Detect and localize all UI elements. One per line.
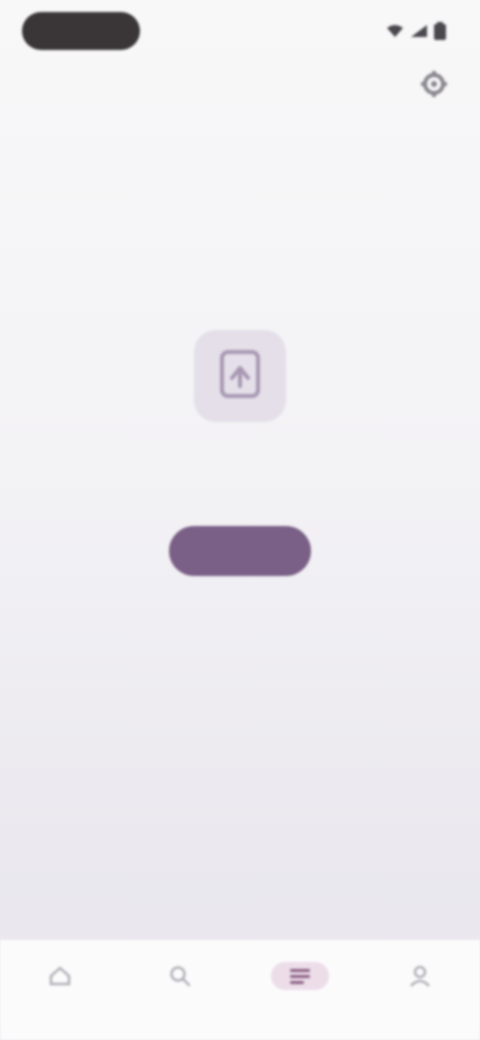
nav-item-search[interactable]: [135, 962, 225, 1009]
nav-item-profile[interactable]: [375, 962, 465, 1009]
document-icon: [218, 348, 262, 405]
list-icon: [271, 962, 329, 990]
home-icon: [31, 962, 89, 990]
signal-icon: [410, 24, 428, 38]
battery-icon: [434, 22, 446, 40]
nav-item-list[interactable]: [255, 962, 345, 1009]
empty-state-cta-button[interactable]: [169, 526, 311, 576]
status-bar: [0, 0, 480, 64]
app-header: [0, 64, 480, 116]
settings-button[interactable]: [418, 70, 450, 102]
bottom-navigation: [0, 940, 480, 1040]
person-icon: [391, 962, 449, 990]
empty-state-subtitle: [20, 488, 460, 504]
status-icons: [386, 22, 446, 40]
empty-state-icon-tile: [194, 330, 286, 422]
empty-state: [0, 330, 480, 576]
settings-icon: [420, 70, 448, 103]
wifi-icon: [386, 24, 404, 38]
app-screen: [0, 0, 480, 1040]
nav-item-home[interactable]: [15, 962, 105, 1009]
search-icon: [151, 962, 209, 990]
status-time-pill: [22, 12, 140, 50]
